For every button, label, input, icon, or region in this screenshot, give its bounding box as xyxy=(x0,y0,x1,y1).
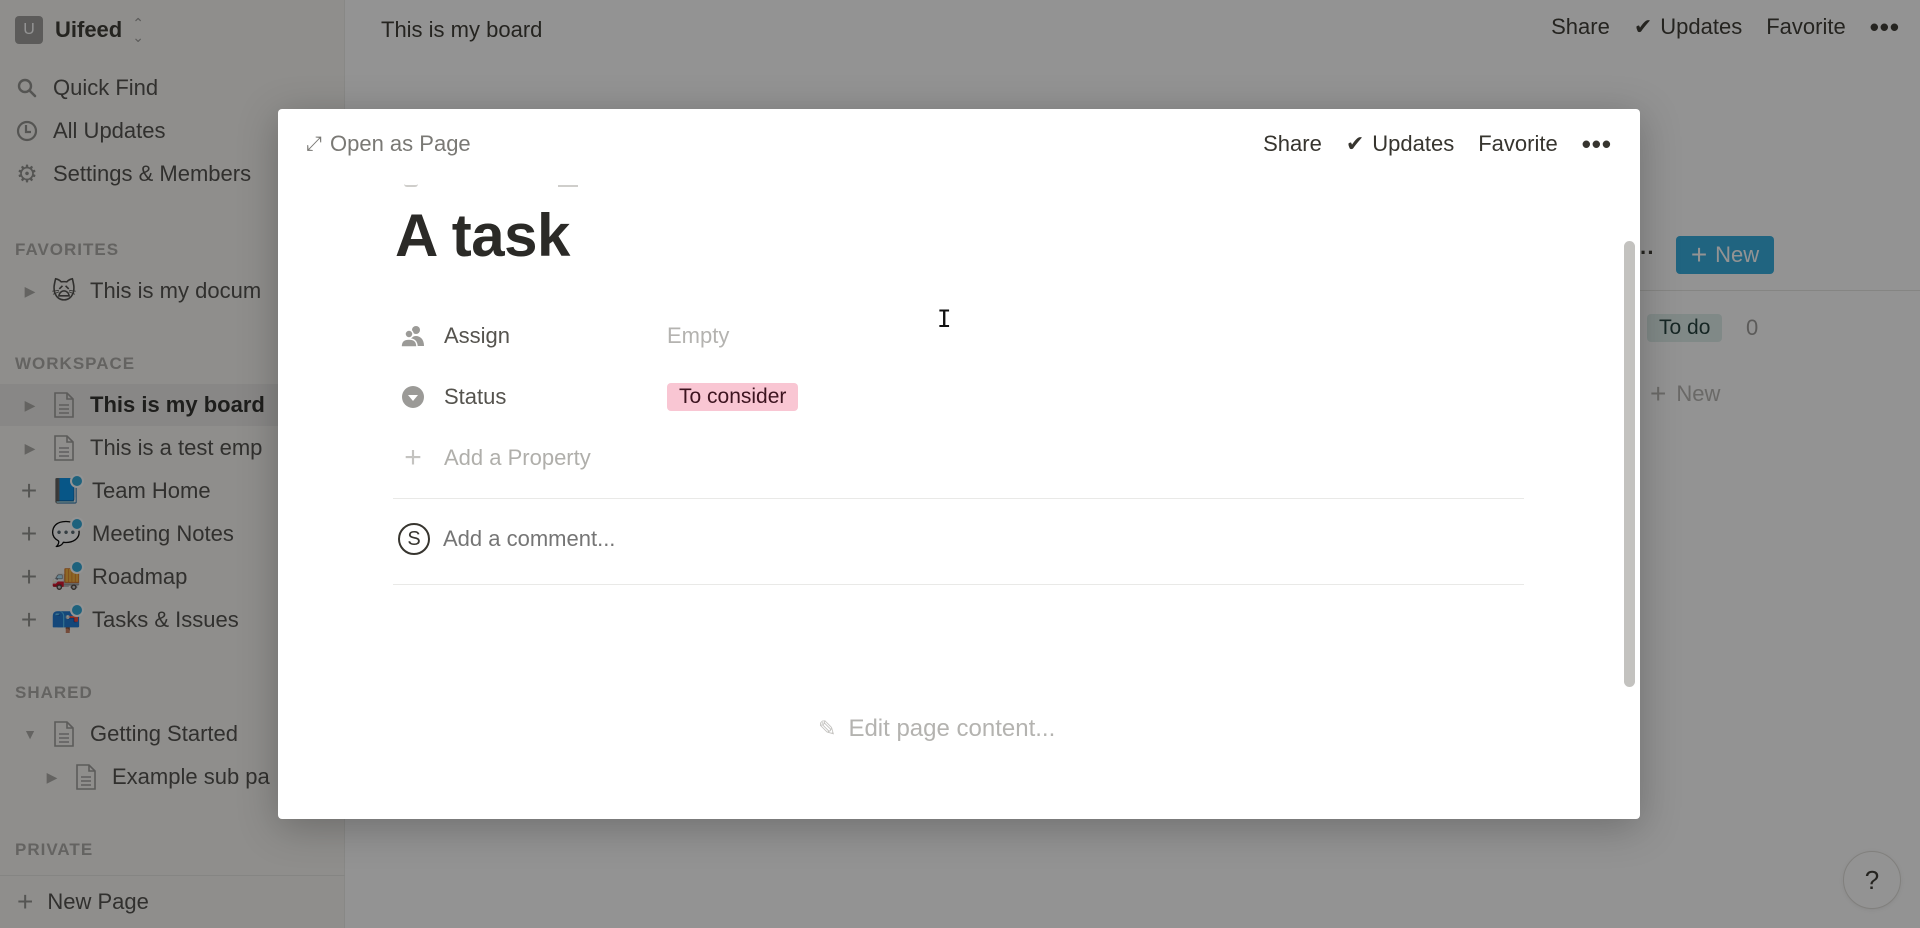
plus-icon: + xyxy=(404,441,422,474)
property-label: Assign xyxy=(444,323,511,348)
add-cover-hint[interactable] xyxy=(558,184,578,187)
task-modal: ⤢ Open as Page Share ✔ Updates Favorite •… xyxy=(278,109,1640,819)
comment-input[interactable] xyxy=(443,526,1243,552)
select-icon xyxy=(400,384,426,410)
property-label: Status xyxy=(444,384,507,409)
modal-share-button[interactable]: Share xyxy=(1263,131,1322,157)
pencil-icon: ✎ xyxy=(818,716,837,741)
modal-favorite-button[interactable]: Favorite xyxy=(1478,131,1557,157)
divider xyxy=(393,584,1524,585)
modal-more-icon[interactable]: ••• xyxy=(1582,131,1612,157)
add-property-label: Add a Property xyxy=(444,445,591,470)
add-property-button[interactable]: + Add a Property xyxy=(400,438,1500,478)
modal-scrollbar[interactable] xyxy=(1624,241,1635,687)
modal-actions: Share ✔ Updates Favorite ••• xyxy=(1263,131,1612,157)
status-badge[interactable]: To consider xyxy=(667,383,799,411)
comment-row: S xyxy=(398,519,1243,559)
text-cursor-icon: I xyxy=(937,305,952,333)
divider xyxy=(393,498,1524,499)
add-icon-hint[interactable] xyxy=(404,184,418,187)
page-title[interactable]: A task xyxy=(395,201,570,270)
check-icon: ✔ xyxy=(1345,131,1365,156)
people-icon xyxy=(400,323,426,349)
modal-updates-button[interactable]: ✔ Updates xyxy=(1346,131,1454,157)
expand-arrows-icon: ⤢ xyxy=(306,132,322,155)
edit-page-content-button[interactable]: ✎ Edit page content... xyxy=(818,715,1055,743)
user-avatar: S xyxy=(398,523,430,555)
open-as-page-button[interactable]: ⤢ Open as Page xyxy=(306,131,471,157)
property-status[interactable]: Status To consider xyxy=(400,377,1500,417)
property-value-assign[interactable]: Empty xyxy=(667,323,729,349)
